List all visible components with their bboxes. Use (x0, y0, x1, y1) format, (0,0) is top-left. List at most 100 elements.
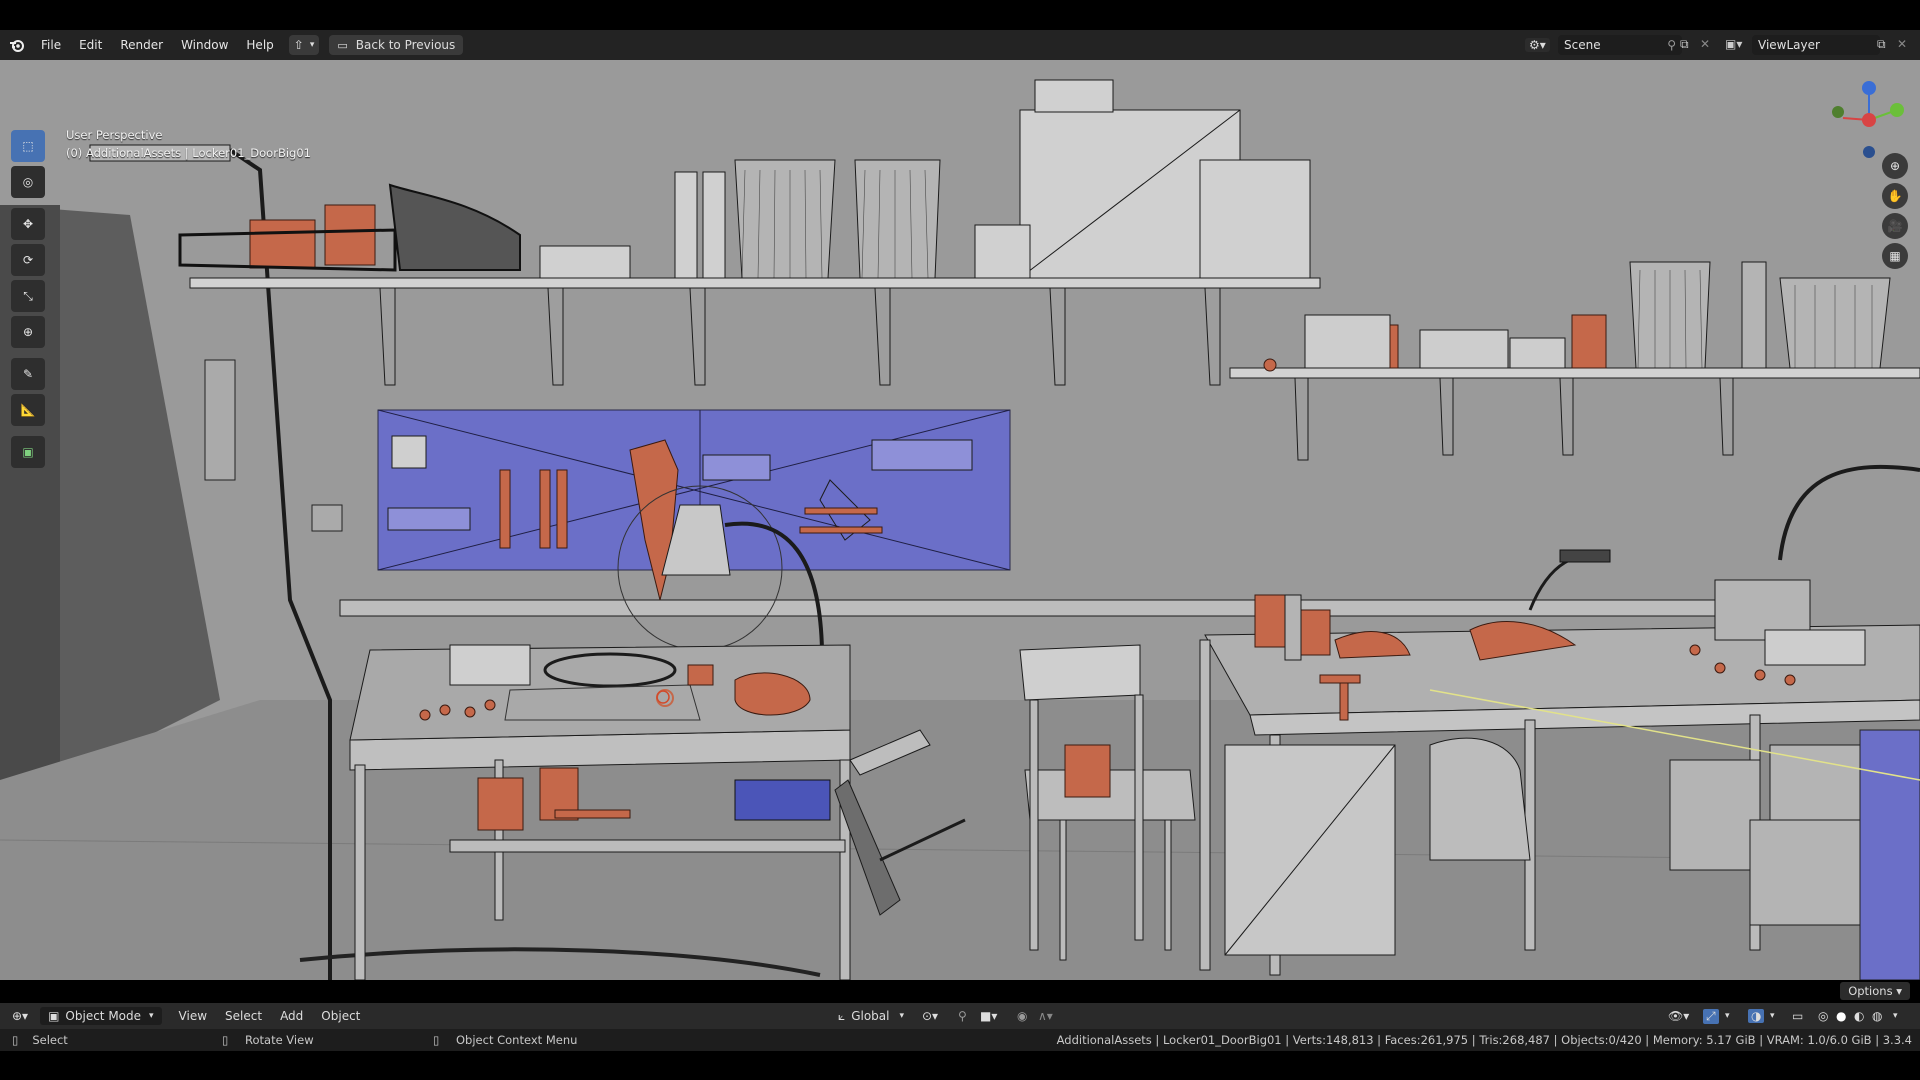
annotate-tool[interactable]: ✎ (11, 358, 45, 390)
screen-icon: ▭ (337, 38, 348, 52)
scene-selector[interactable]: ⚙▾ (1525, 35, 1550, 55)
scene-statistics: AdditionalAssets | Locker01_DoorBig01 | … (1056, 1033, 1912, 1047)
overlays-dropdown-icon[interactable]: ▾ (1770, 1011, 1775, 1021)
3d-viewport[interactable]: ⬚ ◎ ✥ ⟳ ⤡ ⊕ ✎ 📐 ▣ User Perspective (0) A… (0, 60, 1920, 980)
viewport-header: ⊕▾ ▣ Object Mode ▾ View Select Add Objec… (0, 1003, 1920, 1029)
hand-icon: ✋ (1887, 189, 1903, 203)
cursor-icon: ◎ (22, 175, 34, 189)
tool-shelf: ⬚ ◎ ✥ ⟳ ⤡ ⊕ ✎ 📐 ▣ (8, 128, 48, 470)
chevron-down-icon: ▾ (309, 40, 315, 50)
cursor-tool[interactable]: ◎ (11, 166, 45, 198)
blender-logo-icon[interactable] (8, 36, 26, 54)
z-axis-icon[interactable] (1862, 81, 1876, 95)
mouse-middle-icon: ▯ (222, 1033, 229, 1047)
neg-y-axis-icon[interactable] (1832, 106, 1844, 118)
pan-button[interactable]: ✋ (1882, 183, 1908, 209)
proportional-edit-icon[interactable]: ◉ (1017, 1009, 1027, 1023)
add-cube-icon: ▣ (22, 445, 34, 459)
transform-orientation-dropdown[interactable]: ⟀ Global ▾ (838, 1009, 904, 1024)
move-icon: ✥ (22, 217, 34, 231)
new-scene-icon[interactable]: ⧉ (1680, 37, 1689, 52)
back-to-previous-button[interactable]: ▭ Back to Previous (329, 35, 464, 55)
view-layer-field[interactable]: ViewLayer (1752, 35, 1880, 55)
shading-wireframe-icon[interactable]: ◎ (1818, 1009, 1828, 1023)
move-tool[interactable]: ✥ (11, 208, 45, 240)
delete-scene-icon[interactable]: ✕ (1700, 37, 1710, 51)
object-mode-icon: ▣ (48, 1009, 60, 1023)
orientation-icon: ⟀ (838, 1008, 846, 1023)
measure-icon: 📐 (20, 403, 36, 417)
visibility-icon[interactable]: 👁▾ (1668, 1009, 1689, 1023)
measure-tool[interactable]: 📐 (11, 394, 45, 426)
snap-target-icon[interactable]: ■▾ (980, 1009, 997, 1023)
workspace-dropdown[interactable]: ⇧ ▾ (288, 35, 320, 55)
object-menu[interactable]: Object (312, 1009, 369, 1023)
snap-icon[interactable]: ⚲ (958, 1009, 967, 1023)
falloff-icon[interactable]: ∧▾ (1038, 1009, 1053, 1023)
shading-solid-icon[interactable]: ● (1836, 1009, 1846, 1023)
scene-wireframe (0, 60, 1920, 980)
scale-tool[interactable]: ⤡ (11, 280, 45, 312)
chevron-down-icon: ▾ (149, 1011, 154, 1021)
view-layer-icon[interactable]: ▣▾ (1725, 37, 1742, 51)
overlays-icon[interactable]: ◑ (1748, 1009, 1765, 1023)
rotate-tool[interactable]: ⟳ (11, 244, 45, 276)
active-object-label: (0) AdditionalAssets | Locker01_DoorBig0… (66, 146, 311, 160)
x-axis-icon[interactable] (1862, 113, 1876, 127)
rotate-icon: ⟳ (22, 253, 34, 267)
menu-edit[interactable]: Edit (70, 30, 111, 60)
status-select: Select (32, 1033, 68, 1047)
shading-rendered-icon[interactable]: ◍ (1872, 1009, 1882, 1023)
back-to-previous-label: Back to Previous (355, 38, 456, 52)
chevron-down-icon: ▾ (899, 1011, 905, 1021)
zoom-button[interactable]: ⊕ (1882, 153, 1908, 179)
select-box-tool[interactable]: ⬚ (11, 130, 45, 162)
object-mode-label: Object Mode (65, 1009, 142, 1023)
view-layer-name: ViewLayer (1758, 38, 1820, 52)
gizmo-toggle-icon[interactable]: ⤢ (1703, 1008, 1719, 1024)
status-rotate-view: Rotate View (245, 1033, 314, 1047)
neg-z-axis-icon[interactable] (1863, 146, 1875, 158)
transform-icon: ⊕ (22, 325, 34, 339)
shading-dropdown-icon[interactable]: ▾ (1893, 1011, 1898, 1021)
editor-type-icon[interactable]: ⊕▾ (12, 1009, 28, 1023)
orientation-label: Global (851, 1009, 890, 1023)
add-cube-tool[interactable]: ▣ (11, 436, 45, 468)
scene-name-field[interactable]: Scene ⚲ (1558, 35, 1682, 55)
gizmo-dropdown-icon[interactable]: ▾ (1725, 1011, 1730, 1021)
pivot-icon[interactable]: ⊙▾ (922, 1009, 938, 1023)
y-axis-icon[interactable] (1890, 103, 1904, 117)
status-context-menu: Object Context Menu (456, 1033, 578, 1047)
scene-icon: ⚙▾ (1525, 38, 1550, 52)
top-menu-bar: File Edit Render Window Help ⇧ ▾ ▭ Back … (0, 30, 1920, 60)
zoom-icon: ⊕ (1889, 159, 1901, 173)
menu-help[interactable]: Help (237, 30, 282, 60)
delete-view-layer-icon[interactable]: ✕ (1897, 37, 1907, 51)
pin-icon[interactable]: ⚲ (1667, 38, 1676, 52)
select-box-icon: ⬚ (22, 139, 34, 153)
menu-render[interactable]: Render (111, 30, 172, 60)
new-view-layer-icon[interactable]: ⧉ (1877, 37, 1886, 52)
status-bar: ▯ Select ▯ Rotate View ▯ Object Context … (0, 1029, 1920, 1051)
scale-icon: ⤡ (23, 288, 33, 303)
upload-icon: ⇧ (293, 38, 304, 52)
object-mode-dropdown[interactable]: ▣ Object Mode ▾ (40, 1007, 162, 1025)
perspective-label: User Perspective (66, 128, 163, 142)
add-menu[interactable]: Add (271, 1009, 312, 1023)
annotate-icon: ✎ (22, 367, 34, 381)
camera-icon: 🎥 (1887, 219, 1903, 233)
mouse-left-icon: ▯ (12, 1033, 19, 1047)
options-dropdown[interactable]: Options ▾ (1840, 982, 1910, 1000)
shading-material-icon[interactable]: ◐ (1854, 1009, 1864, 1023)
menu-window[interactable]: Window (172, 30, 237, 60)
transform-tool[interactable]: ⊕ (11, 316, 45, 348)
options-label: Options (1848, 984, 1893, 998)
select-menu[interactable]: Select (216, 1009, 271, 1023)
mouse-right-icon: ▯ (433, 1033, 440, 1047)
ortho-toggle-button[interactable]: ▦ (1882, 243, 1908, 269)
menu-file[interactable]: File (32, 30, 70, 60)
view-menu[interactable]: View (170, 1009, 216, 1023)
xray-icon[interactable]: ▭ (1792, 1009, 1803, 1023)
camera-view-button[interactable]: 🎥 (1882, 213, 1908, 239)
bottom-edge (0, 1051, 1920, 1080)
